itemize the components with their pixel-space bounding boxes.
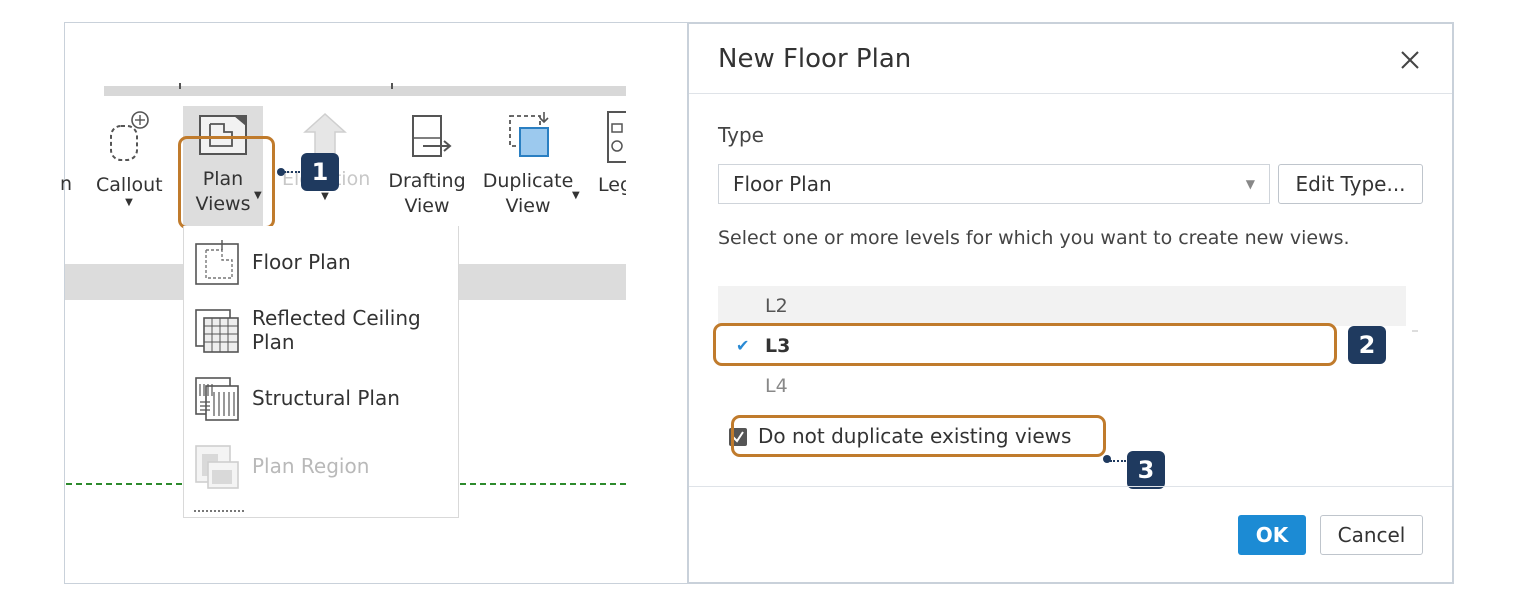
chevron-down-icon: ▼: [321, 191, 329, 202]
cancel-button[interactable]: Cancel: [1320, 515, 1423, 555]
type-label: Type: [718, 123, 764, 147]
highlight-dont-duplicate: [731, 415, 1106, 457]
menu-item-reflected-ceiling-plan[interactable]: Reflected Ceiling Plan: [192, 300, 457, 360]
menu-item-partial: [194, 510, 244, 512]
highlight-plan-views: [178, 136, 275, 229]
annotation-badge-1: 1: [301, 153, 339, 191]
level-line-left: [66, 483, 182, 485]
reflected-ceiling-plan-icon: [195, 309, 239, 353]
plan-region-icon: [195, 445, 239, 489]
annotation-leader-3: [1110, 460, 1126, 462]
level-line-right: [460, 483, 626, 485]
floor-plan-icon: [195, 240, 239, 285]
type-select-value: Floor Plan: [733, 172, 832, 196]
edit-type-button[interactable]: Edit Type...: [1278, 164, 1423, 204]
close-icon: [1401, 51, 1419, 69]
dialog-title: New Floor Plan: [718, 44, 912, 74]
level-row-l2[interactable]: L2: [718, 286, 1406, 326]
annotation-badge-3: 3: [1127, 451, 1165, 489]
ok-button[interactable]: OK: [1238, 515, 1306, 555]
legend-icon: [607, 111, 626, 163]
annotation-leader-1: [284, 171, 300, 173]
dialog-footer-divider: [689, 486, 1452, 487]
levels-instructions: Select one or more levels for which you …: [718, 227, 1350, 249]
drafting-view-icon: [412, 115, 452, 157]
structural-plan-icon: [195, 377, 239, 421]
list-scrollbar[interactable]: [1412, 330, 1418, 332]
legends-tool[interactable]: Leg: [596, 110, 626, 198]
menu-item-plan-region[interactable]: Plan Region: [192, 436, 457, 496]
dialog-header-divider: [689, 93, 1452, 94]
close-button[interactable]: [1396, 46, 1424, 74]
annotation-badge-2: 2: [1348, 326, 1386, 364]
duplicate-view-chevron-icon: ▼: [572, 190, 580, 201]
chevron-down-icon: ▼: [125, 197, 133, 208]
menu-item-structural-plan[interactable]: Structural Plan: [192, 368, 457, 428]
level-row-l4[interactable]: L4: [718, 366, 1406, 396]
callout-tool[interactable]: Callout ▼: [96, 110, 163, 208]
section-tool[interactable]: n: [60, 172, 72, 197]
drafting-view-tool[interactable]: Drafting View: [384, 110, 470, 219]
duplicate-view-icon: [509, 112, 549, 157]
duplicate-view-tool[interactable]: Duplicate View: [482, 110, 574, 219]
type-select[interactable]: Floor Plan ▼: [718, 164, 1270, 204]
chevron-down-icon: ▼: [1245, 177, 1255, 191]
ribbon-panel-bar: [104, 83, 626, 96]
plan-views-dropdown: Floor Plan Reflected Ceiling Plan Struct…: [183, 226, 459, 518]
callout-icon: [110, 111, 149, 161]
menu-item-floor-plan[interactable]: Floor Plan: [192, 232, 457, 292]
highlight-level-l3: [713, 323, 1337, 366]
